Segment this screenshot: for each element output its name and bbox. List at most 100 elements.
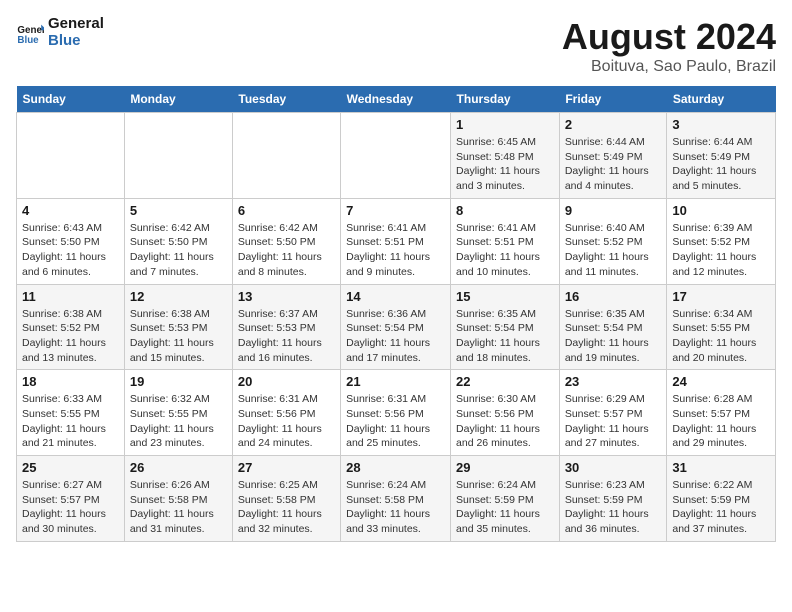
day-info: Sunrise: 6:25 AM Sunset: 5:58 PM Dayligh…	[238, 478, 335, 537]
calendar-cell: 22 Sunrise: 6:30 AM Sunset: 5:56 PM Dayli…	[451, 370, 560, 456]
calendar-cell: 11 Sunrise: 6:38 AM Sunset: 5:52 PM Dayli…	[17, 284, 125, 370]
day-info: Sunrise: 6:29 AM Sunset: 5:57 PM Dayligh…	[565, 392, 662, 451]
day-number: 16	[565, 289, 662, 304]
weekday-header: Friday	[559, 86, 667, 113]
day-number: 31	[672, 460, 770, 475]
weekday-header: Monday	[124, 86, 232, 113]
calendar-cell: 20 Sunrise: 6:31 AM Sunset: 5:56 PM Dayli…	[232, 370, 340, 456]
day-info: Sunrise: 6:31 AM Sunset: 5:56 PM Dayligh…	[238, 392, 335, 451]
calendar-cell: 18 Sunrise: 6:33 AM Sunset: 5:55 PM Dayli…	[17, 370, 125, 456]
day-info: Sunrise: 6:41 AM Sunset: 5:51 PM Dayligh…	[346, 221, 445, 280]
day-number: 29	[456, 460, 554, 475]
day-info: Sunrise: 6:24 AM Sunset: 5:58 PM Dayligh…	[346, 478, 445, 537]
day-info: Sunrise: 6:45 AM Sunset: 5:48 PM Dayligh…	[456, 135, 554, 194]
calendar-cell: 16 Sunrise: 6:35 AM Sunset: 5:54 PM Dayli…	[559, 284, 667, 370]
calendar-cell: 25 Sunrise: 6:27 AM Sunset: 5:57 PM Dayli…	[17, 456, 125, 542]
day-number: 8	[456, 203, 554, 218]
calendar-cell: 23 Sunrise: 6:29 AM Sunset: 5:57 PM Dayli…	[559, 370, 667, 456]
day-number: 30	[565, 460, 662, 475]
day-info: Sunrise: 6:37 AM Sunset: 5:53 PM Dayligh…	[238, 307, 335, 366]
day-number: 21	[346, 374, 445, 389]
day-info: Sunrise: 6:23 AM Sunset: 5:59 PM Dayligh…	[565, 478, 662, 537]
calendar-week-row: 25 Sunrise: 6:27 AM Sunset: 5:57 PM Dayli…	[17, 456, 776, 542]
day-number: 13	[238, 289, 335, 304]
calendar-cell: 17 Sunrise: 6:34 AM Sunset: 5:55 PM Dayli…	[667, 284, 776, 370]
day-info: Sunrise: 6:44 AM Sunset: 5:49 PM Dayligh…	[672, 135, 770, 194]
calendar-cell: 14 Sunrise: 6:36 AM Sunset: 5:54 PM Dayli…	[341, 284, 451, 370]
weekday-header: Saturday	[667, 86, 776, 113]
day-number: 20	[238, 374, 335, 389]
page-subtitle: Boituva, Sao Paulo, Brazil	[562, 58, 776, 76]
day-number: 27	[238, 460, 335, 475]
day-number: 17	[672, 289, 770, 304]
day-info: Sunrise: 6:36 AM Sunset: 5:54 PM Dayligh…	[346, 307, 445, 366]
calendar-cell: 2Sunrise: 6:44 AM Sunset: 5:49 PM Daylig…	[559, 113, 667, 199]
calendar-week-row: 4Sunrise: 6:43 AM Sunset: 5:50 PM Daylig…	[17, 198, 776, 284]
weekday-header: Thursday	[451, 86, 560, 113]
calendar-cell: 4Sunrise: 6:43 AM Sunset: 5:50 PM Daylig…	[17, 198, 125, 284]
day-number: 15	[456, 289, 554, 304]
logo-icon: General Blue	[16, 19, 44, 47]
day-info: Sunrise: 6:39 AM Sunset: 5:52 PM Dayligh…	[672, 221, 770, 280]
day-number: 24	[672, 374, 770, 389]
calendar-cell: 24 Sunrise: 6:28 AM Sunset: 5:57 PM Dayli…	[667, 370, 776, 456]
day-info: Sunrise: 6:40 AM Sunset: 5:52 PM Dayligh…	[565, 221, 662, 280]
day-number: 10	[672, 203, 770, 218]
day-number: 19	[130, 374, 227, 389]
calendar-table: SundayMondayTuesdayWednesdayThursdayFrid…	[16, 86, 776, 542]
calendar-cell: 15 Sunrise: 6:35 AM Sunset: 5:54 PM Dayli…	[451, 284, 560, 370]
day-info: Sunrise: 6:38 AM Sunset: 5:53 PM Dayligh…	[130, 307, 227, 366]
calendar-week-row: 11 Sunrise: 6:38 AM Sunset: 5:52 PM Dayli…	[17, 284, 776, 370]
calendar-week-row: 18 Sunrise: 6:33 AM Sunset: 5:55 PM Dayli…	[17, 370, 776, 456]
day-info: Sunrise: 6:43 AM Sunset: 5:50 PM Dayligh…	[22, 221, 119, 280]
day-number: 22	[456, 374, 554, 389]
day-number: 11	[22, 289, 119, 304]
day-number: 25	[22, 460, 119, 475]
day-info: Sunrise: 6:28 AM Sunset: 5:57 PM Dayligh…	[672, 392, 770, 451]
calendar-cell: 28 Sunrise: 6:24 AM Sunset: 5:58 PM Dayli…	[341, 456, 451, 542]
day-number: 23	[565, 374, 662, 389]
day-info: Sunrise: 6:35 AM Sunset: 5:54 PM Dayligh…	[456, 307, 554, 366]
calendar-cell: 7 Sunrise: 6:41 AM Sunset: 5:51 PM Daylig…	[341, 198, 451, 284]
day-number: 5	[130, 203, 227, 218]
logo: General Blue General Blue	[16, 16, 104, 49]
day-info: Sunrise: 6:30 AM Sunset: 5:56 PM Dayligh…	[456, 392, 554, 451]
calendar-cell	[341, 113, 451, 199]
day-number: 7	[346, 203, 445, 218]
weekday-header: Tuesday	[232, 86, 340, 113]
calendar-cell	[17, 113, 125, 199]
calendar-cell: 5Sunrise: 6:42 AM Sunset: 5:50 PM Daylig…	[124, 198, 232, 284]
day-number: 28	[346, 460, 445, 475]
day-info: Sunrise: 6:35 AM Sunset: 5:54 PM Dayligh…	[565, 307, 662, 366]
day-info: Sunrise: 6:34 AM Sunset: 5:55 PM Dayligh…	[672, 307, 770, 366]
day-info: Sunrise: 6:42 AM Sunset: 5:50 PM Dayligh…	[238, 221, 335, 280]
day-number: 9	[565, 203, 662, 218]
calendar-cell: 9 Sunrise: 6:40 AM Sunset: 5:52 PM Daylig…	[559, 198, 667, 284]
calendar-cell: 29 Sunrise: 6:24 AM Sunset: 5:59 PM Dayli…	[451, 456, 560, 542]
weekday-header: Sunday	[17, 86, 125, 113]
title-block: August 2024 Boituva, Sao Paulo, Brazil	[562, 16, 776, 76]
day-number: 26	[130, 460, 227, 475]
calendar-cell: 12Sunrise: 6:38 AM Sunset: 5:53 PM Dayli…	[124, 284, 232, 370]
calendar-cell: 8Sunrise: 6:41 AM Sunset: 5:51 PM Daylig…	[451, 198, 560, 284]
day-info: Sunrise: 6:26 AM Sunset: 5:58 PM Dayligh…	[130, 478, 227, 537]
day-info: Sunrise: 6:24 AM Sunset: 5:59 PM Dayligh…	[456, 478, 554, 537]
day-number: 6	[238, 203, 335, 218]
day-info: Sunrise: 6:31 AM Sunset: 5:56 PM Dayligh…	[346, 392, 445, 451]
calendar-cell: 30 Sunrise: 6:23 AM Sunset: 5:59 PM Dayli…	[559, 456, 667, 542]
day-number: 18	[22, 374, 119, 389]
calendar-cell: 1Sunrise: 6:45 AM Sunset: 5:48 PM Daylig…	[451, 113, 560, 199]
day-info: Sunrise: 6:22 AM Sunset: 5:59 PM Dayligh…	[672, 478, 770, 537]
calendar-cell: 19Sunrise: 6:32 AM Sunset: 5:55 PM Dayli…	[124, 370, 232, 456]
page-header: General Blue General Blue August 2024 Bo…	[16, 16, 776, 76]
day-info: Sunrise: 6:33 AM Sunset: 5:55 PM Dayligh…	[22, 392, 119, 451]
calendar-cell	[124, 113, 232, 199]
day-number: 3	[672, 117, 770, 132]
day-number: 14	[346, 289, 445, 304]
day-info: Sunrise: 6:27 AM Sunset: 5:57 PM Dayligh…	[22, 478, 119, 537]
calendar-week-row: 1Sunrise: 6:45 AM Sunset: 5:48 PM Daylig…	[17, 113, 776, 199]
day-number: 2	[565, 117, 662, 132]
svg-text:Blue: Blue	[17, 34, 39, 45]
day-info: Sunrise: 6:38 AM Sunset: 5:52 PM Dayligh…	[22, 307, 119, 366]
calendar-cell	[232, 113, 340, 199]
